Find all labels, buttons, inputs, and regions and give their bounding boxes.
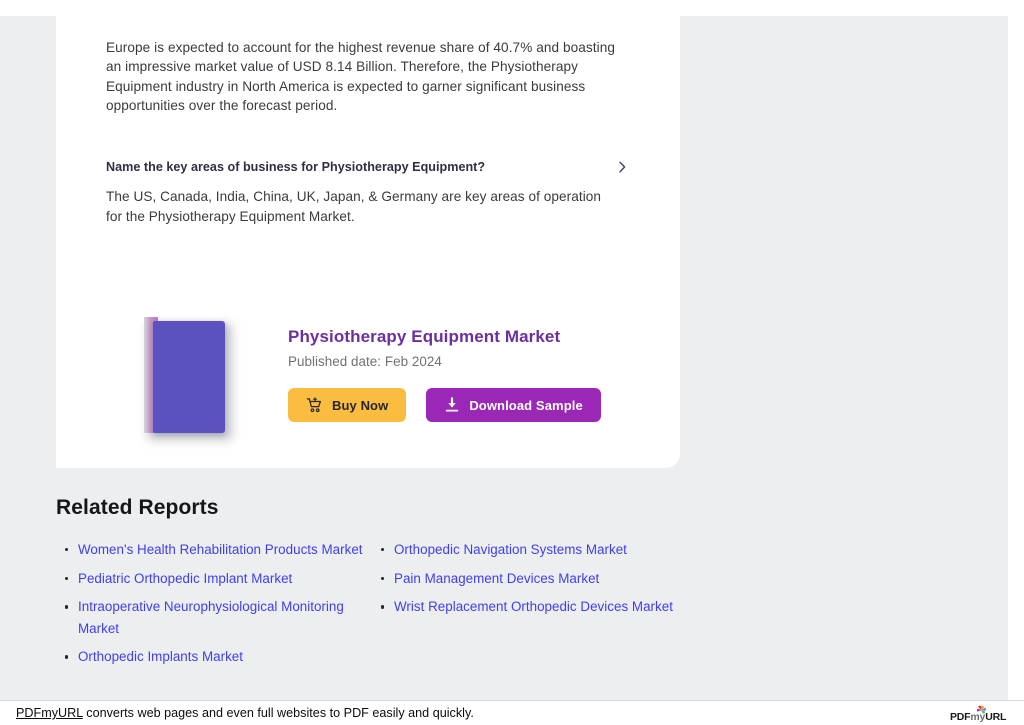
list-item: Orthopedic Navigation Systems Market xyxy=(381,539,732,561)
list-item: Intraoperative Neurophysiological Monito… xyxy=(65,596,386,639)
cover-front xyxy=(153,321,225,433)
buy-now-button[interactable]: Buy Now xyxy=(288,388,407,422)
download-icon xyxy=(444,397,460,413)
report-published-date: Published date: Feb 2024 xyxy=(288,354,442,369)
list-item: Orthopedic Implants Market xyxy=(65,646,386,668)
download-sample-label: Download Sample xyxy=(469,397,583,413)
footer-message-text: converts web pages and even full website… xyxy=(82,706,474,720)
report-promo: Physiotherapy Equipment Market Published… xyxy=(132,306,652,446)
related-report-link[interactable]: Orthopedic Implants Market xyxy=(78,649,243,664)
related-reports-heading: Related Reports xyxy=(56,496,219,519)
content-card: Europe is expected to account for the hi… xyxy=(56,0,680,468)
shopping-cart-plus-icon xyxy=(306,396,323,414)
list-item: Women's Health Rehabilitation Products M… xyxy=(65,539,386,561)
related-reports-right-column: Orthopedic Navigation Systems Market Pai… xyxy=(372,539,732,625)
pdfmyurl-logo: PDFmyURL xyxy=(950,704,1008,723)
chevron-right-icon[interactable] xyxy=(614,159,630,175)
promo-button-group: Buy Now Download Sample xyxy=(288,388,601,422)
footer-message: PDFmyURL converts web pages and even ful… xyxy=(16,706,474,720)
related-report-link[interactable]: Intraoperative Neurophysiological Monito… xyxy=(78,599,344,636)
related-report-link[interactable]: Pediatric Orthopedic Implant Market xyxy=(78,571,292,586)
related-report-link[interactable]: Pain Management Devices Market xyxy=(394,571,599,586)
faq-question: Name the key areas of business for Physi… xyxy=(106,160,486,174)
promo-text-block: Physiotherapy Equipment Market Published… xyxy=(288,326,648,369)
logo-url-text: URL xyxy=(985,711,1007,723)
related-reports-columns: Women's Health Rehabilitation Products M… xyxy=(56,539,696,664)
list-item: Wrist Replacement Orthopedic Devices Mar… xyxy=(381,596,732,618)
pdfmyurl-link[interactable]: PDFmyURL xyxy=(16,706,83,720)
related-reports-left-column: Women's Health Rehabilitation Products M… xyxy=(56,539,386,675)
related-reports-section: Related Reports Women's Health Rehabilit… xyxy=(56,496,696,664)
pdfmyurl-wordmark: PDFmyURL xyxy=(950,711,1006,723)
related-report-link[interactable]: Women's Health Rehabilitation Products M… xyxy=(78,542,363,557)
related-reports-left-list: Women's Health Rehabilitation Products M… xyxy=(56,539,386,668)
logo-my-text: my xyxy=(970,711,986,723)
related-report-link[interactable]: Orthopedic Navigation Systems Market xyxy=(394,542,627,557)
logo-pdf-text: PDF xyxy=(950,711,971,723)
faq-answer: The US, Canada, India, China, UK, Japan,… xyxy=(106,189,602,224)
list-item: Pain Management Devices Market xyxy=(381,568,732,590)
page-root: Europe is expected to account for the hi… xyxy=(0,0,1024,725)
faq-header[interactable]: Name the key areas of business for Physi… xyxy=(106,158,630,176)
pdfmyurl-footer-bar: PDFmyURL converts web pages and even ful… xyxy=(0,700,1024,725)
report-cover-image xyxy=(140,314,232,440)
faq-item[interactable]: Name the key areas of business for Physi… xyxy=(106,158,638,226)
list-item: Pediatric Orthopedic Implant Market xyxy=(65,568,386,590)
download-sample-button[interactable]: Download Sample xyxy=(426,388,601,422)
related-reports-right-list: Orthopedic Navigation Systems Market Pai… xyxy=(372,539,732,618)
related-report-link[interactable]: Wrist Replacement Orthopedic Devices Mar… xyxy=(394,599,673,614)
report-title: Physiotherapy Equipment Market xyxy=(288,327,561,346)
intro-paragraph: Europe is expected to account for the hi… xyxy=(106,39,616,114)
buy-now-label: Buy Now xyxy=(332,397,389,413)
